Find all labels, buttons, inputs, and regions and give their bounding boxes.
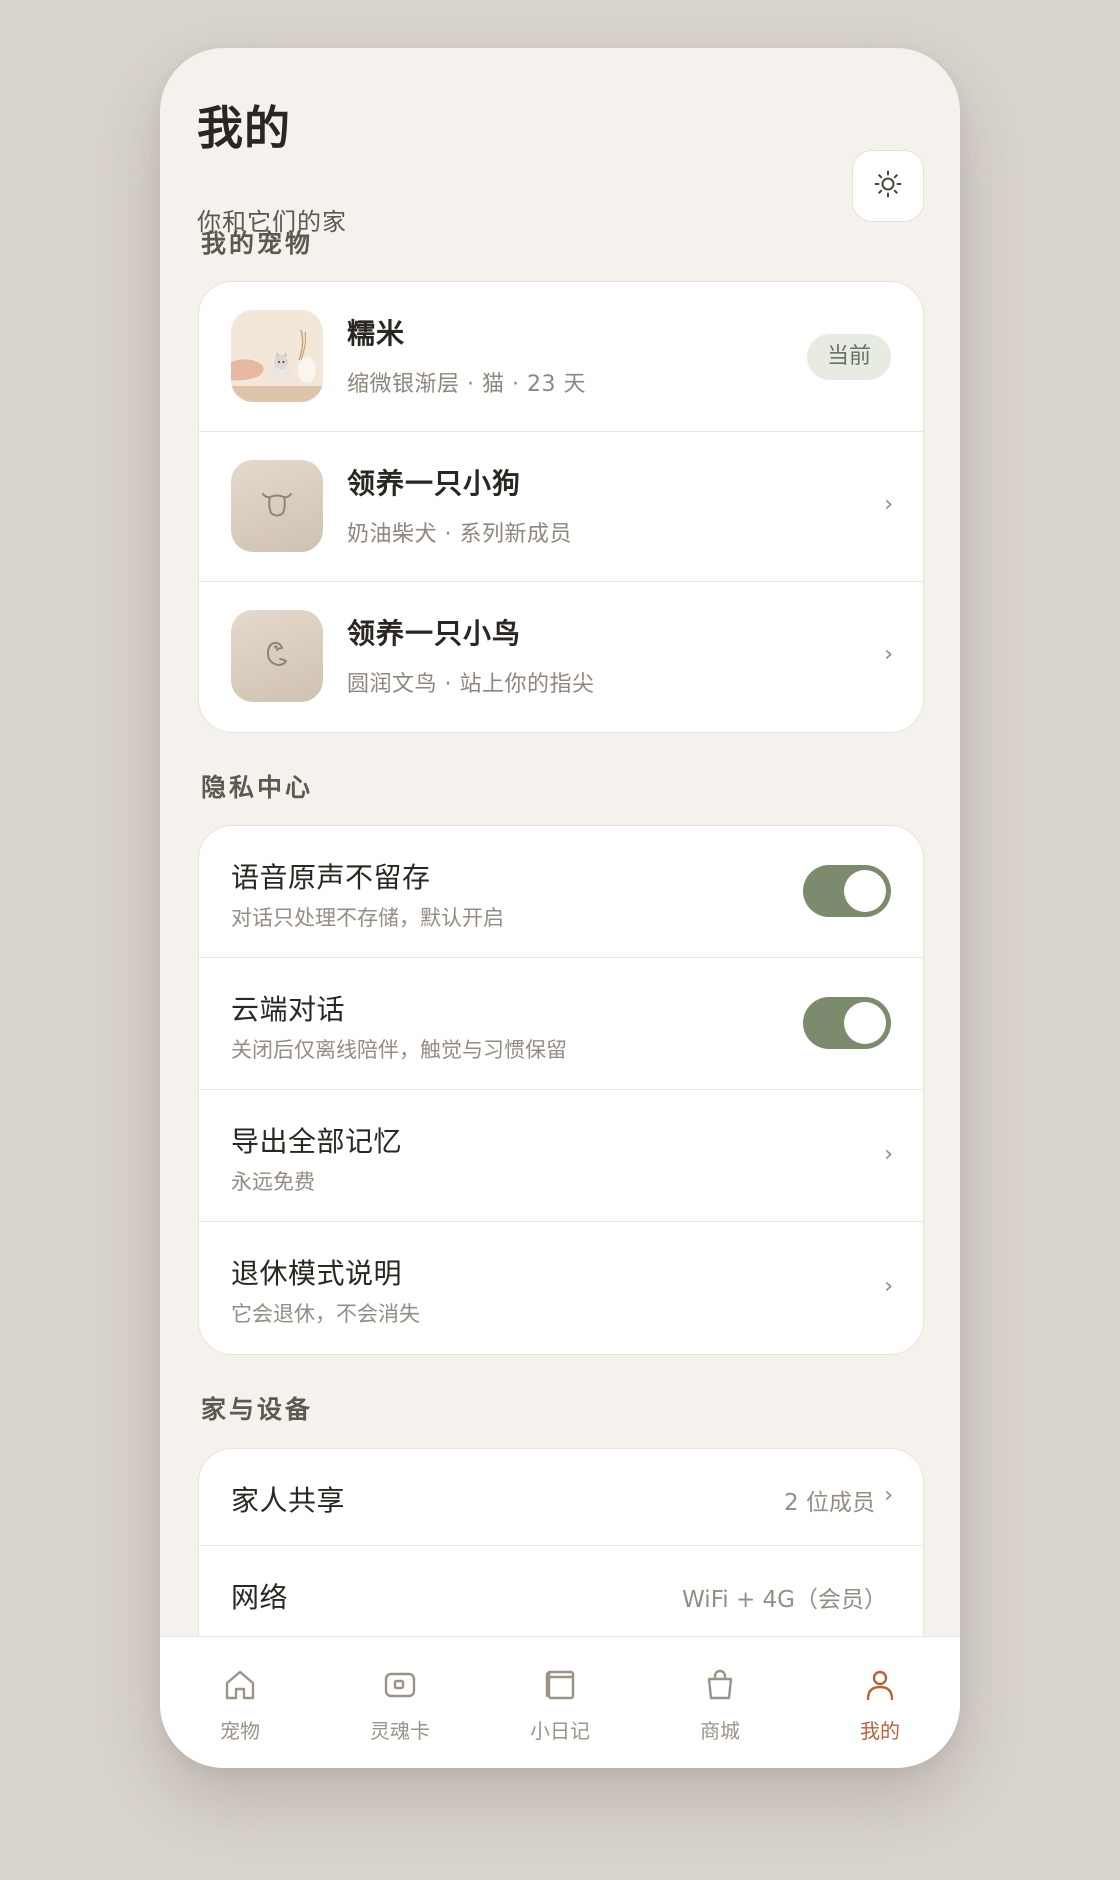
chevron-right-icon: › [884, 1142, 893, 1167]
card-icon [380, 1665, 420, 1705]
setting-title: 语音原声不留存 [231, 861, 431, 894]
network-value: WiFi + 4G（会员） [682, 1587, 887, 1613]
privacy-card: 语音原声不留存 对话只处理不存储，默认开启 云端对话 关闭后仅离线陪伴，触觉与习… [198, 825, 924, 1355]
pet-name: 领养一只小鸟 [347, 617, 522, 650]
pet-desc: 奶油柴犬 · 系列新成员 [347, 522, 572, 547]
tab-pets[interactable]: 宠物 [160, 1637, 320, 1768]
chevron-right-icon: › [884, 1483, 893, 1508]
page-header: 我的 你和它们的家 [197, 92, 924, 242]
tab-diary[interactable]: 小日记 [480, 1637, 640, 1768]
page-title: 我的 [197, 101, 291, 155]
setting-row-cloud: 云端对话 关闭后仅离线陪伴，触觉与习惯保留 [199, 958, 923, 1090]
setting-row-export[interactable]: 导出全部记忆 永远免费 › [199, 1090, 923, 1222]
bag-icon [700, 1665, 740, 1705]
setting-title: 网络 [231, 1581, 289, 1614]
toggle-knob [844, 1002, 886, 1044]
tab-label: 灵魂卡 [370, 1719, 430, 1743]
current-badge: 当前 [806, 334, 891, 380]
setting-desc: 对话只处理不存储，默认开启 [231, 906, 504, 930]
pet-row-current[interactable]: 糯米 缩微银渐层 · 猫 · 23 天 当前 [199, 282, 923, 432]
tab-shop[interactable]: 商城 [640, 1637, 800, 1768]
home-icon [220, 1665, 260, 1705]
scroll-content[interactable]: 我的 你和它们的家 我的宠物 糯米 缩微银渐层 · 猫 · 23 天 当前 领养… [160, 48, 960, 1636]
sun-icon [873, 169, 903, 203]
setting-title: 云端对话 [231, 993, 346, 1026]
chevron-right-icon: › [884, 1274, 893, 1299]
pet-row-adopt-dog[interactable]: 领养一只小狗 奶油柴犬 · 系列新成员 › [199, 432, 923, 582]
bottom-tab-bar: 宠物 灵魂卡 小日记 商城 我的 [160, 1636, 960, 1768]
section-title-privacy: 隐私中心 [201, 773, 314, 802]
home-card: 家人共享 2 位成员 › 网络 WiFi + 4G（会员） [198, 1448, 924, 1636]
tab-label: 宠物 [220, 1719, 260, 1743]
person-icon [860, 1665, 900, 1705]
pet-name: 糯米 [347, 317, 406, 350]
toggle-knob [844, 870, 886, 912]
setting-row-network[interactable]: 网络 WiFi + 4G（会员） [199, 1546, 923, 1636]
setting-title: 家人共享 [231, 1484, 346, 1517]
tab-label: 小日记 [530, 1719, 590, 1743]
family-member-count: 2 位成员 [784, 1490, 875, 1516]
pet-avatar [231, 460, 323, 552]
cloud-chat-toggle[interactable] [803, 997, 891, 1049]
setting-title: 导出全部记忆 [231, 1125, 403, 1158]
tab-label: 我的 [860, 1719, 900, 1743]
voice-retention-toggle[interactable] [803, 865, 891, 917]
setting-row-family[interactable]: 家人共享 2 位成员 › [199, 1449, 923, 1546]
setting-title: 退休模式说明 [231, 1257, 403, 1290]
diary-icon [540, 1665, 580, 1705]
dog-icon [260, 487, 294, 525]
cat-photo-avatar [231, 310, 323, 402]
pets-card: 糯米 缩微银渐层 · 猫 · 23 天 当前 领养一只小狗 奶油柴犬 · 系列新… [198, 281, 924, 733]
pet-desc: 圆润文鸟 · 站上你的指尖 [347, 672, 595, 697]
setting-row-voice: 语音原声不留存 对话只处理不存储，默认开启 [199, 826, 923, 958]
setting-desc: 关闭后仅离线陪伴，触觉与习惯保留 [231, 1038, 567, 1062]
chevron-right-icon: › [884, 492, 893, 517]
tab-soul-card[interactable]: 灵魂卡 [320, 1637, 480, 1768]
pet-name: 领养一只小狗 [347, 467, 522, 500]
setting-desc: 永远免费 [231, 1170, 315, 1194]
pet-desc: 缩微银渐层 · 猫 · 23 天 [347, 372, 586, 397]
pet-avatar [231, 610, 323, 702]
setting-desc: 它会退休，不会消失 [231, 1302, 420, 1326]
theme-toggle-button[interactable] [852, 150, 924, 222]
phone-frame: 我的 你和它们的家 我的宠物 糯米 缩微银渐层 · 猫 · 23 天 当前 领养… [160, 48, 960, 1768]
tab-label: 商城 [700, 1719, 740, 1743]
section-title-home: 家与设备 [201, 1395, 314, 1424]
bird-icon [260, 637, 294, 675]
tab-mine[interactable]: 我的 [800, 1637, 960, 1768]
chevron-right-icon: › [884, 642, 893, 667]
setting-row-retire[interactable]: 退休模式说明 它会退休，不会消失 › [199, 1222, 923, 1354]
section-title-pets: 我的宠物 [201, 229, 314, 258]
pet-row-adopt-bird[interactable]: 领养一只小鸟 圆润文鸟 · 站上你的指尖 › [199, 582, 923, 732]
